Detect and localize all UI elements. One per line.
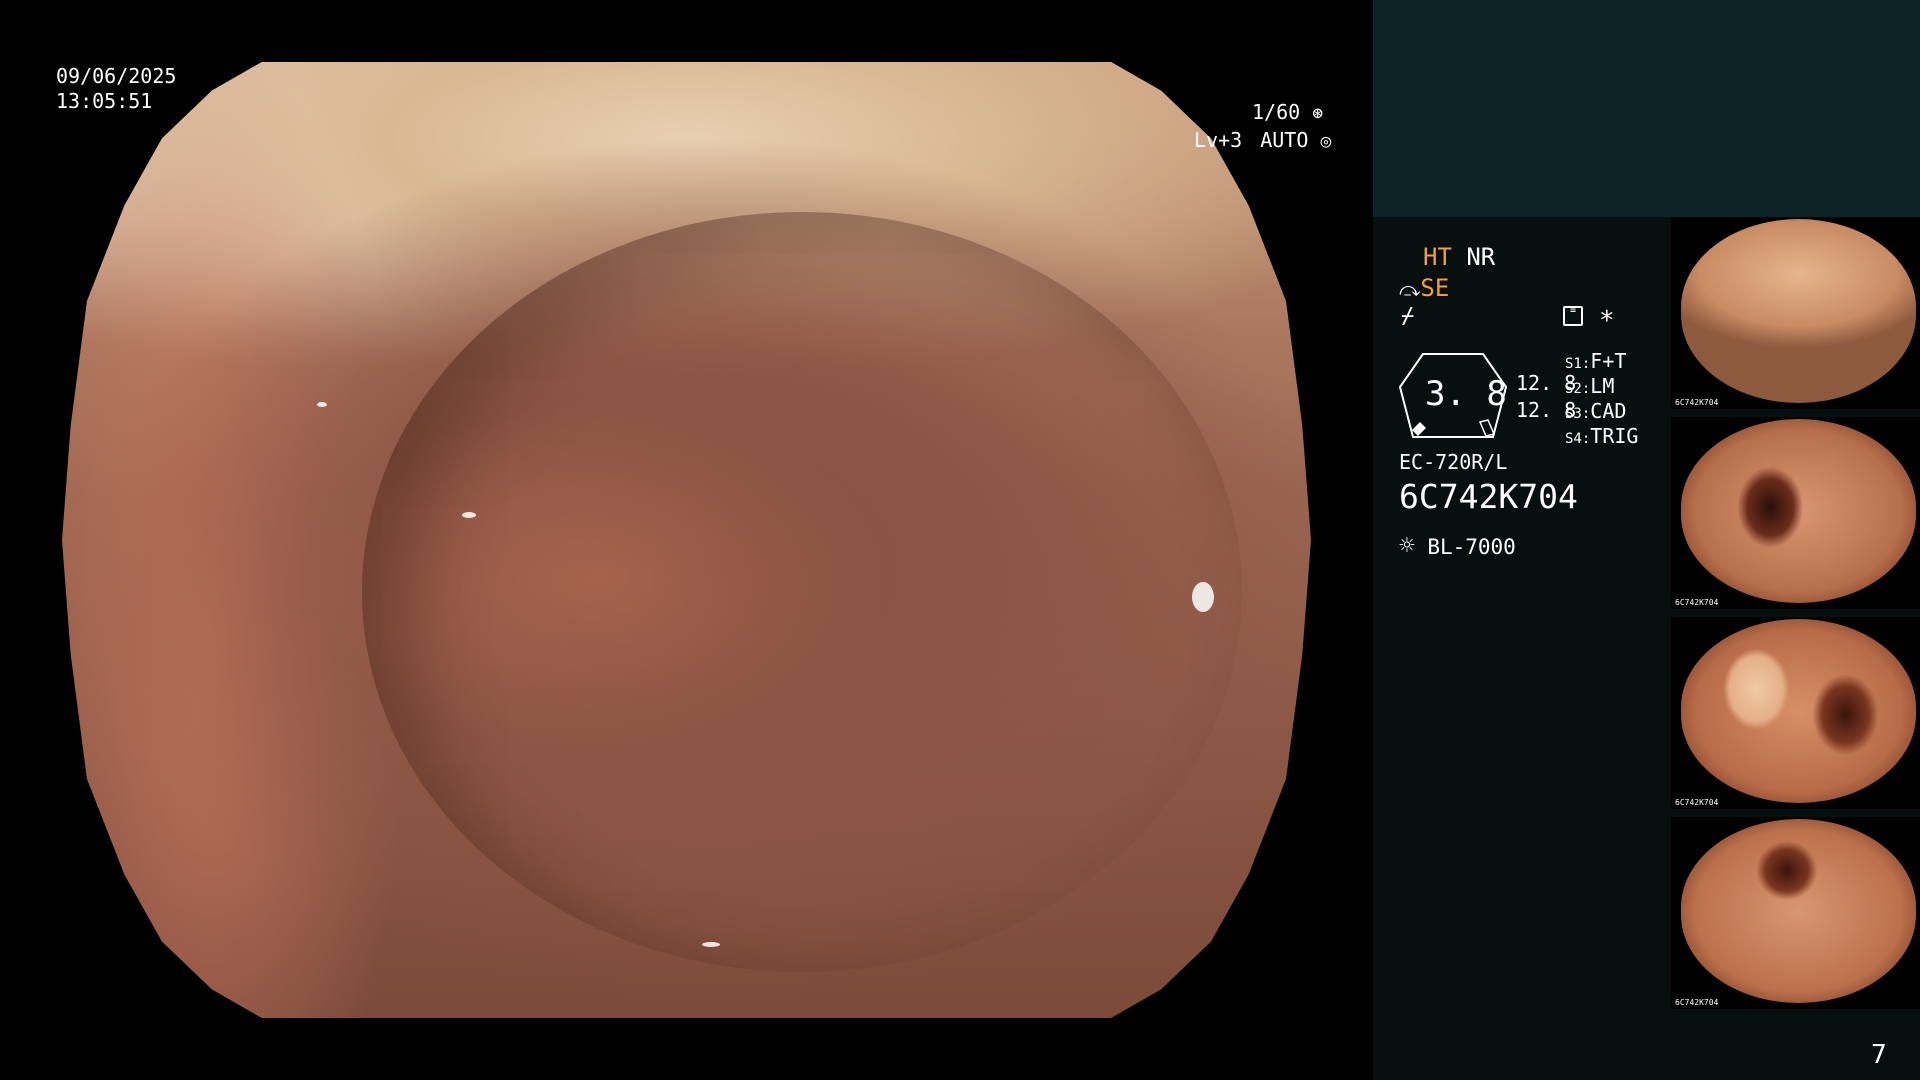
mucosal-reflection [317,402,327,407]
auto-iris-icon: ◎ [1320,131,1332,152]
thumbnail-caption: 6C742K704 [1675,798,1719,807]
enhance-settings: HT NR [1423,243,1495,271]
se-mode: SE [1420,274,1450,302]
thumbnail[interactable]: 6C742K704 [1671,417,1920,609]
memory-card-icon: ≡ [1563,306,1583,326]
scope-serial: 6C742K704 [1399,477,1578,516]
switch-key: S1 [1565,356,1582,372]
switch-value: F+T [1590,349,1627,373]
thumbnail[interactable]: 6C742K704 [1671,817,1920,1009]
scope-model: EC-720R/L [1399,450,1508,474]
switch-item: S3:CAD [1565,399,1627,423]
exam-date: 09/06/2025 [56,64,177,88]
thumbnail-image [1681,219,1916,403]
nr-mode: NR [1466,243,1496,271]
thumbnail[interactable]: 6C742K704 [1671,617,1920,809]
thumbnail-caption: 6C742K704 [1675,598,1719,607]
status-panel: HT NR ⤼SE ⌿ ≡ * 3. 8 12. 8 12. 8 S1:F+T … [1373,0,1920,1080]
exam-time: 13:05:51 [56,89,153,113]
switch-key: S3 [1565,406,1582,422]
zoom-value: 3. 8 [1425,374,1507,414]
mode-value: AUTO [1260,128,1309,152]
switch-value: TRIG [1590,424,1639,448]
shutter-speed-value: 1/60 [1252,100,1301,124]
thumbnail-image [1681,619,1916,803]
ht-mode: HT [1423,243,1452,271]
light-source: ☼ BL-7000 [1399,531,1516,561]
mucosal-reflection [1192,582,1214,612]
endoscope-live-view: 09/06/2025 13:05:51 1/60 ⊛ Lv+3 AUTO ◎ [0,0,1373,1080]
asterisk-mark: * [1599,306,1615,336]
thumbnail-caption: 6C742K704 [1675,998,1719,1007]
thumbnail-image [1681,419,1916,603]
page-number: 7 [1871,1040,1887,1070]
brightness-level: Lv+3 AUTO ◎ [1194,127,1331,155]
mucosal-reflection [462,512,476,518]
se-setting: ⤼SE [1399,274,1449,302]
switch-key: S4 [1565,431,1582,447]
enhance-icon: ⤼ [1399,277,1421,301]
thumbnail-caption: 6C742K704 [1675,398,1719,407]
thumbnail-image [1681,819,1916,1003]
switch-item: S1:F+T [1565,349,1627,373]
light-source-icon: ☼ [1399,531,1415,561]
colon-fold-shadow [362,212,1242,972]
switch-value: LM [1590,374,1615,398]
mucosal-reflection [702,942,720,947]
switch-value: CAD [1590,399,1627,423]
light-source-name: BL-7000 [1427,535,1516,559]
freeze-icon: ⌿ [1401,304,1415,329]
endoscopic-image [62,62,1311,1018]
thumbnail[interactable]: 6C742K704 [1671,217,1920,409]
switch-item: S2:LM [1565,374,1615,398]
patient-info-area [1373,0,1920,217]
switch-key: S2 [1565,381,1582,397]
shutter-icon: ⊛ [1312,103,1324,124]
shutter-speed: 1/60 ⊛ [1252,99,1323,127]
switch-item: S4:TRIG [1565,424,1639,448]
level-value: Lv+3 [1194,128,1243,152]
